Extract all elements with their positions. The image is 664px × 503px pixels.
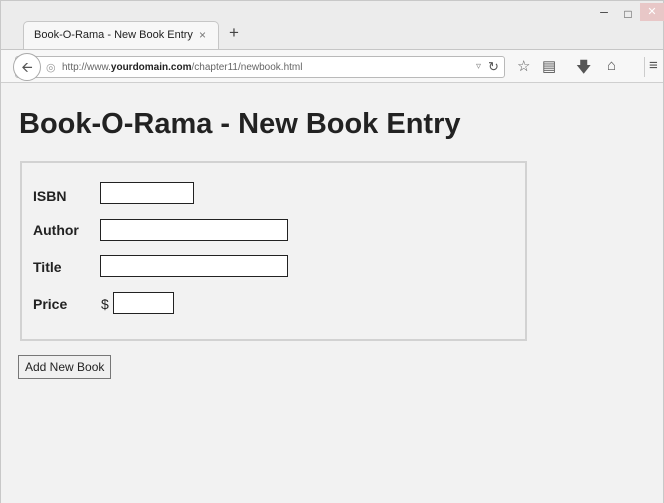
toolbar-separator [644,57,645,77]
minimize-icon[interactable]: – [595,3,613,19]
isbn-input[interactable] [100,182,194,204]
back-arrow-icon[interactable]: 🡨 [13,53,41,81]
title-input[interactable] [100,255,288,277]
globe-icon: ◎ [46,62,56,74]
browser-window: Book-O-Rama - New Book Entry × + – □ ✕ 🡨… [0,0,664,503]
navigation-bar: 🡨 ◎ http://www.yourdomain.com/chapter11/… [1,49,663,83]
isbn-label: ISBN [33,188,67,204]
url-prefix: http://www. [62,62,111,73]
author-label: Author [33,222,79,238]
menu-icon[interactable]: ≡ [649,57,658,74]
close-window-icon[interactable]: ✕ [640,3,664,21]
home-icon[interactable]: ⌂ [607,57,616,74]
tab-close-icon[interactable]: × [199,28,206,42]
price-label: Price [33,296,68,312]
page-content: Book-O-Rama - New Book Entry ISBN Author… [1,84,663,503]
url-path: /chapter11/newbook.html [191,62,303,73]
download-icon[interactable]: 🡇 [576,57,591,82]
currency-symbol: $ [101,296,109,312]
author-input[interactable] [100,219,288,241]
tab-bar: Book-O-Rama - New Book Entry × + – □ ✕ [1,1,664,51]
add-new-book-button[interactable]: Add New Book [18,355,112,379]
url-domain: yourdomain.com [110,62,192,73]
new-tab-icon[interactable]: + [229,23,239,43]
url-bar[interactable]: 🡨 ◎ http://www.yourdomain.com/chapter11/… [13,53,505,81]
title-label: Title [33,259,62,275]
reload-icon[interactable]: ↻ [488,59,499,75]
star-icon[interactable]: ☆ [517,57,530,75]
clipboard-icon[interactable]: ▤ [542,57,556,75]
page-title: Book-O-Rama - New Book Entry [19,108,461,140]
active-tab[interactable]: Book-O-Rama - New Book Entry × [23,21,219,49]
tab-title: Book-O-Rama - New Book Entry [34,29,193,41]
dropdown-icon[interactable]: ▿ [476,61,481,72]
maximize-icon[interactable]: □ [619,7,637,21]
url-text[interactable]: http://www.yourdomain.com/chapter11/newb… [62,62,302,73]
price-input[interactable] [113,292,174,314]
book-entry-form: ISBN Author Title Price $ [20,161,527,341]
